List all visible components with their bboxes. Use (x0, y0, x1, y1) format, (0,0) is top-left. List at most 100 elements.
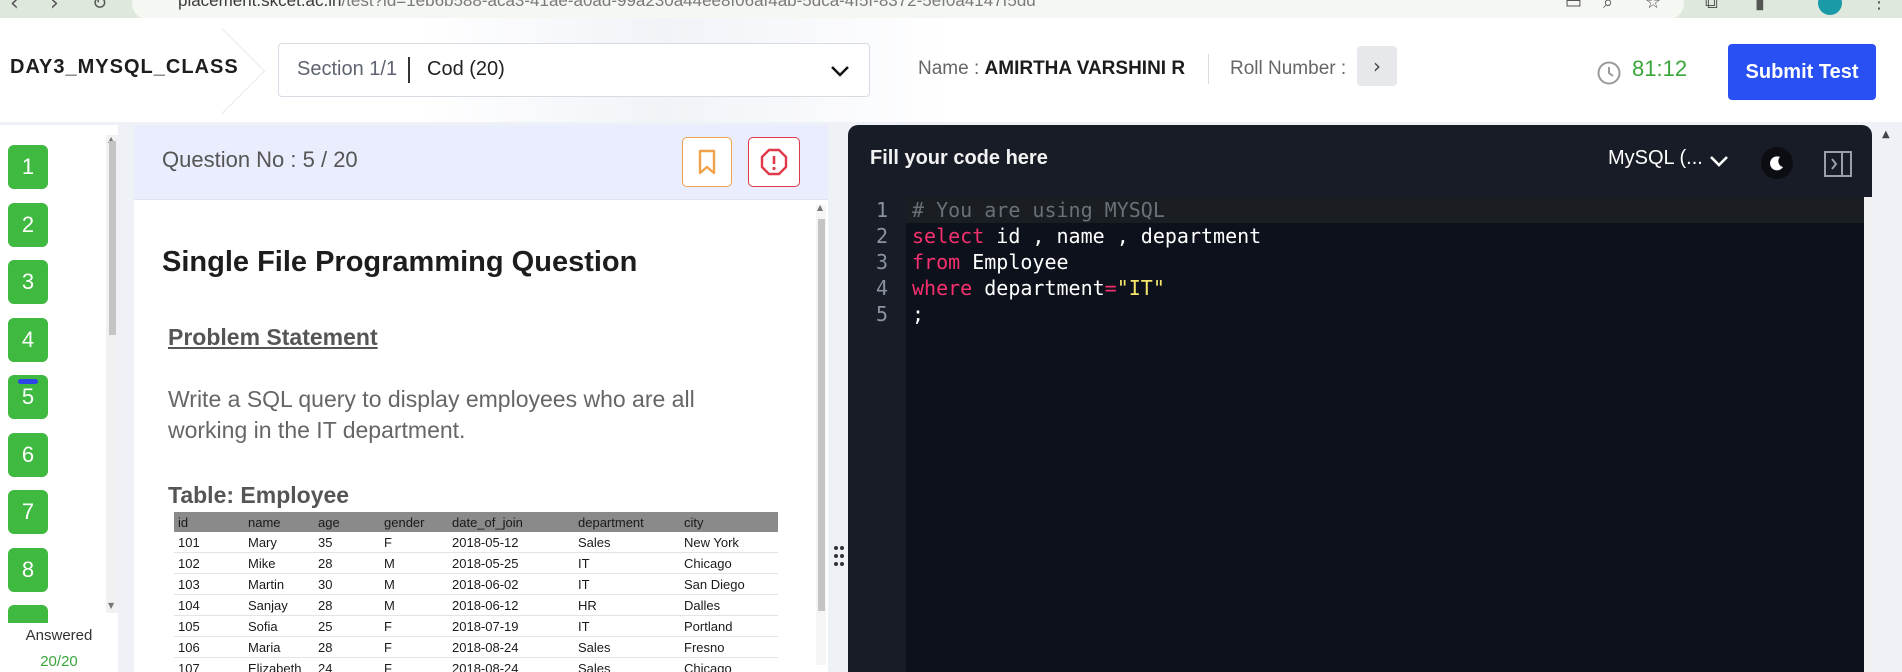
alert-octagon-icon (760, 148, 788, 176)
candidate-name: Name : AMIRTHA VARSHINI R (918, 58, 1186, 79)
table-cell: Dalles (680, 594, 778, 616)
clock-icon (1597, 61, 1621, 85)
section-dropdown[interactable]: Section 1/1 Cod (20) (278, 43, 870, 97)
table-cell: F (380, 636, 448, 658)
question-button-1[interactable]: 1 (8, 145, 48, 189)
column-header: name (244, 512, 314, 532)
employee-table-body: 101 Mary 35 F 2018-05-12 Sales New York 102 Mike… (174, 532, 778, 672)
question-button-5[interactable]: 5 (8, 375, 48, 419)
navigator-scroll-thumb[interactable] (109, 141, 116, 335)
install-app-icon[interactable]: ▭ (1565, 0, 1582, 13)
chevron-right-icon[interactable]: › (1357, 46, 1397, 86)
table-cell: 2018-05-25 (448, 552, 574, 574)
question-button-4[interactable]: 4 (8, 318, 48, 362)
editor-scrollbar[interactable] (1864, 197, 1872, 672)
navigator-scrollbar[interactable]: ▲ ▼ (106, 135, 118, 613)
table-cell: Chicago (680, 657, 778, 672)
table-row: 107 Elizabeth 24 F 2018-08-24 Sales Chicago (174, 657, 778, 672)
table-cell: Maria (244, 636, 314, 658)
forward-icon[interactable]: › (50, 0, 59, 16)
back-icon[interactable]: ‹ (10, 0, 19, 16)
question-number: Question No : 5 / 20 (162, 147, 358, 172)
table-cell: 28 (314, 636, 380, 658)
theme-toggle-button[interactable] (1761, 147, 1793, 179)
table-cell: 2018-08-24 (448, 657, 574, 672)
table-cell: 101 (174, 532, 244, 553)
column-header: id (174, 512, 244, 532)
table-cell: 30 (314, 573, 380, 595)
table-cell: 2018-06-02 (448, 573, 574, 595)
answered-count: 20/20 (40, 653, 78, 670)
scroll-up-icon[interactable]: ▲ (1882, 129, 1890, 140)
table-cell: 28 (314, 552, 380, 574)
answered-label: Answered (25, 627, 93, 644)
table-cell: 2018-05-12 (448, 532, 574, 553)
table-cell: 2018-07-19 (448, 615, 574, 637)
question-type-title: Single File Programming Question (162, 246, 638, 278)
table-cell: 107 (174, 657, 244, 672)
question-button-partial[interactable] (8, 605, 48, 623)
question-button-5-label: 5 (21, 384, 35, 409)
problem-statement-heading: Problem Statement (168, 324, 378, 350)
table-cell: Chicago (680, 552, 778, 574)
table-cell: Elizabeth (244, 657, 314, 672)
reload-icon[interactable]: ↻ (92, 0, 107, 14)
section-divider (408, 57, 410, 83)
menu-icon[interactable]: ⋮ (1870, 0, 1888, 13)
extensions-icon[interactable]: ⧉ (1705, 0, 1718, 13)
chevron-down-icon (831, 66, 849, 77)
employee-table: id name age gender date_of_join departme… (174, 512, 778, 672)
submit-test-button[interactable]: Submit Test (1728, 44, 1876, 100)
question-button-3[interactable]: 3 (8, 260, 48, 304)
table-cell: Sanjay (244, 594, 314, 616)
column-header: city (680, 512, 778, 532)
table-cell: 2018-06-12 (448, 594, 574, 616)
table-cell: 2018-08-24 (448, 636, 574, 658)
question-button-7[interactable]: 7 (8, 490, 48, 534)
resize-handle-icon[interactable] (833, 544, 845, 568)
zoom-icon[interactable]: ⌕ (1603, 0, 1613, 13)
table-cell: M (380, 552, 448, 574)
column-header: date_of_join (448, 512, 574, 532)
code-editor-panel: Fill your code here MySQL (... 1 2 3 4 5… (848, 125, 1872, 672)
table-cell: IT (574, 552, 680, 574)
table-cell: New York (680, 532, 778, 553)
url-text: placement.skcet.ac.in/test?id=1eb6b588-a… (178, 0, 1036, 10)
language-dropdown[interactable]: MySQL (... (1608, 147, 1703, 170)
column-header: gender (380, 512, 448, 532)
bookmark-star-icon[interactable]: ☆ (1645, 0, 1661, 13)
question-scroll-thumb[interactable] (818, 219, 825, 611)
code-input-area[interactable]: # You are using MYSQL select id , name ,… (906, 197, 1864, 672)
countdown-timer: 81:12 (1632, 56, 1688, 81)
table-cell: 102 (174, 552, 244, 574)
test-header: DAY3_MYSQL_CLASS Section 1/1 Cod (20) Na… (0, 18, 1902, 122)
chevron-down-icon[interactable] (1708, 151, 1730, 173)
question-content: Single File Programming Question Problem… (134, 200, 814, 672)
question-navigator: 1 2 3 4 5 6 7 8 ▲ ▼ Answered 20/20 (0, 125, 118, 672)
question-header: Question No : 5 / 20 (134, 125, 828, 200)
report-issue-button[interactable] (748, 137, 800, 187)
sidebar-icon[interactable]: ▮ (1755, 0, 1765, 13)
bookmark-button[interactable] (682, 137, 732, 187)
scroll-up-icon[interactable]: ▲ (817, 203, 823, 212)
collapse-panel-icon[interactable] (1823, 149, 1853, 179)
table-cell: Mike (244, 552, 314, 574)
profile-avatar[interactable] (1818, 0, 1842, 15)
table-cell: Martin (244, 573, 314, 595)
code-line: # You are using MYSQL (912, 198, 1165, 222)
line-number: 3 (875, 250, 888, 274)
question-button-2[interactable]: 2 (8, 203, 48, 247)
question-button-6[interactable]: 6 (8, 433, 48, 477)
scroll-down-icon[interactable]: ▼ (108, 601, 114, 610)
question-button-8[interactable]: 8 (8, 548, 48, 592)
table-cell: 28 (314, 594, 380, 616)
line-number: 2 (875, 224, 888, 248)
line-number: 1 (875, 198, 888, 222)
section-value: Cod (20) (427, 58, 505, 80)
question-scrollbar[interactable]: ▲ (816, 203, 826, 665)
bookmark-icon (698, 149, 716, 175)
table-row: 102 Mike 28 M 2018-05-25 IT Chicago (174, 552, 778, 574)
code-line: from Employee (912, 250, 1069, 274)
page-scrollbar[interactable]: ▲ (1876, 125, 1902, 672)
code-line: select id , name , department (912, 224, 1262, 248)
